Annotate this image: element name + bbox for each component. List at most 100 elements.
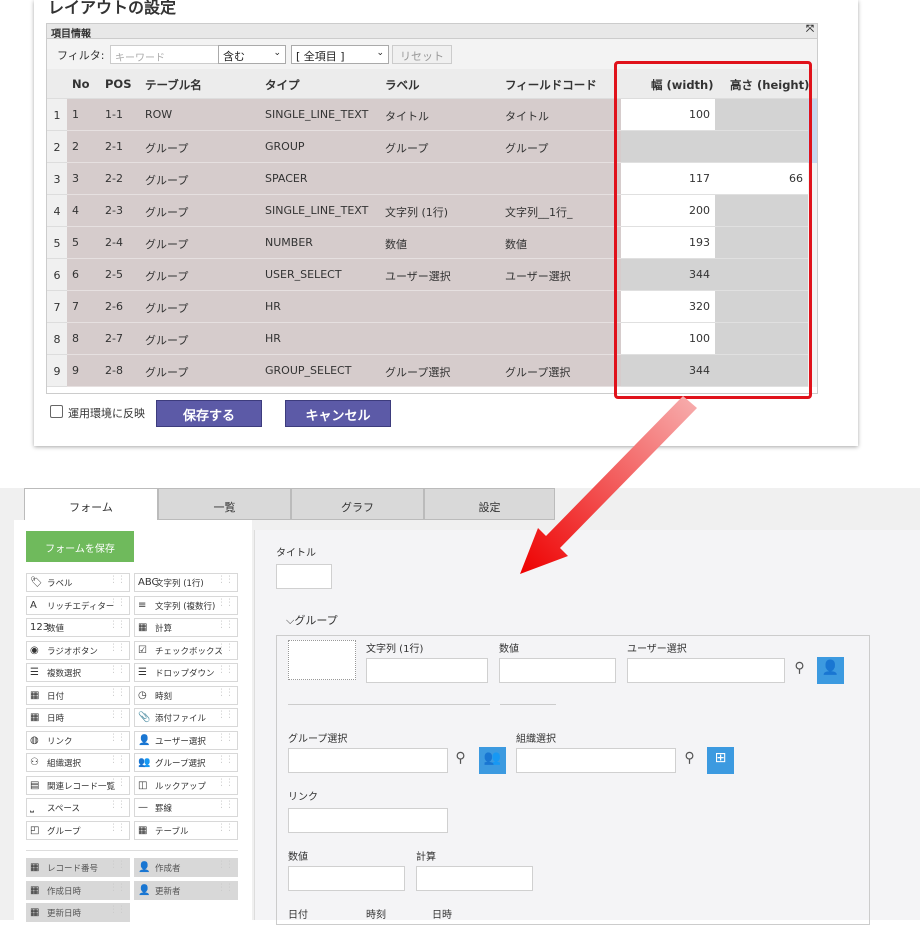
spacer[interactable] [288,640,356,680]
calc-field[interactable] [416,866,533,891]
drag-handle-icon[interactable]: ⋮⋮ [217,710,234,720]
palette-item[interactable]: 123 数値 ⋮⋮ [26,618,130,637]
search-icon[interactable]: ⚲ [785,657,814,684]
palette-item[interactable]: 👤 作成者 ⋮⋮ [134,858,238,877]
palette-item[interactable]: 👤 ユーザー選択 ⋮⋮ [134,730,238,750]
drag-handle-icon[interactable]: ⋮⋮ [109,778,126,788]
drag-handle-icon[interactable]: ⋮⋮ [217,823,234,833]
apply-checkbox[interactable] [50,405,63,418]
cancel-button[interactable]: キャンセル [285,400,391,427]
field-select[interactable]: [ 全項目 ] ⌄ [291,45,389,64]
palette-item[interactable]: 📎 添付ファイル ⋮⋮ [134,708,238,727]
palette-item[interactable]: ≡ 文字列 (複数行) ⋮⋮ [134,595,238,615]
palette-item[interactable]: ⚇ 組織選択 ⋮⋮ [26,753,130,772]
save-button[interactable]: 保存する [156,400,262,427]
drag-handle-icon[interactable]: ⋮⋮ [217,860,234,870]
drag-handle-icon[interactable]: ⋮⋮ [217,598,234,608]
drag-handle-icon[interactable]: ⋮⋮ [109,688,126,698]
user-icon[interactable]: 👤 [817,657,844,684]
palette-item[interactable]: ☰ ドロップダウン ⋮⋮ [134,663,238,682]
palette-item[interactable]: 👤 更新者 ⋮⋮ [134,880,238,900]
search-icon[interactable]: ⚲ [446,747,475,774]
col-table[interactable]: テーブル名 [145,77,202,93]
palette-item[interactable]: A リッチエディター ⋮⋮ [26,595,130,615]
drag-handle-icon[interactable]: ⋮⋮ [217,800,234,810]
palette-item[interactable]: — 罫線 ⋮⋮ [134,798,238,817]
expand-icon[interactable]: ⤧ [806,24,814,35]
palette-item[interactable]: ◍ リンク ⋮⋮ [26,730,130,750]
drag-handle-icon[interactable]: ⋮⋮ [109,755,126,765]
number2-field[interactable] [288,866,405,891]
palette-item[interactable]: ▦ テーブル ⋮⋮ [134,820,238,840]
drag-handle-icon[interactable]: ⋮⋮ [109,575,126,585]
drag-handle-icon[interactable]: ⋮⋮ [109,733,126,743]
table-row[interactable]: 8 2-7 グループ HR [67,323,621,355]
palette-item[interactable]: ◷ 時刻 ⋮⋮ [134,685,238,705]
drag-handle-icon[interactable]: ⋮⋮ [109,860,126,870]
palette-item[interactable]: ☑ チェックボックス ⋮⋮ [134,640,238,660]
drag-handle-icon[interactable]: ⋮⋮ [217,883,234,893]
tab-graph[interactable]: グラフ [291,488,424,520]
col-label[interactable]: ラベル [385,77,420,93]
table-row[interactable]: 3 2-2 グループ SPACER [67,163,621,195]
palette-item[interactable]: ⎵ スペース ⋮⋮ [26,798,130,817]
drag-handle-icon[interactable]: ⋮⋮ [109,905,126,915]
org-icon[interactable]: ⊞ [707,747,734,774]
palette-item[interactable]: 👥 グループ選択 ⋮⋮ [134,753,238,772]
palette-item[interactable]: 🏷 ラベル ⋮⋮ [26,573,130,592]
table-row[interactable]: 4 2-3 グループ SINGLE_LINE_TEXT 文字列 (1行) 文字列… [67,195,621,227]
table-row[interactable]: 2 2-1 グループ GROUP グループ グループ [67,131,621,163]
save-form-button[interactable]: フォームを保存 [26,531,134,562]
number-field[interactable] [499,658,616,683]
group-icon[interactable]: 👥 [479,747,506,774]
title-field[interactable] [276,564,332,589]
palette-item[interactable]: ▦ 作成日時 ⋮⋮ [26,880,130,900]
drag-handle-icon[interactable]: ⋮⋮ [109,598,126,608]
drag-handle-icon[interactable]: ⋮⋮ [217,778,234,788]
palette-item[interactable]: ▦ 計算 ⋮⋮ [134,618,238,637]
table-row[interactable]: 6 2-5 グループ USER_SELECT ユーザー選択 ユーザー選択 [67,259,621,291]
palette-item[interactable]: ☰ 複数選択 ⋮⋮ [26,663,130,682]
group-select-field[interactable] [288,748,448,773]
text1-field[interactable] [366,658,488,683]
table-row[interactable]: 1 1-1 ROW SINGLE_LINE_TEXT タイトル タイトル [67,99,621,131]
col-code[interactable]: フィールドコード [505,77,597,93]
drag-handle-icon[interactable]: ⋮⋮ [109,800,126,810]
palette-item[interactable]: ◫ ルックアップ ⋮⋮ [134,775,238,795]
table-row[interactable]: 9 2-8 グループ GROUP_SELECT グループ選択 グループ選択 [67,355,621,387]
col-no[interactable]: No [72,77,90,91]
palette-item[interactable]: ▤ 関連レコード一覧 ⋮⋮ [26,775,130,795]
palette-item[interactable]: ▦ 更新日時 ⋮⋮ [26,903,130,922]
tab-list[interactable]: 一覧 [158,488,291,520]
drag-handle-icon[interactable]: ⋮⋮ [109,710,126,720]
palette-item[interactable]: ◰ グループ ⋮⋮ [26,820,130,840]
palette-item[interactable]: ▦ 日付 ⋮⋮ [26,685,130,705]
palette-item[interactable]: ▦ レコード番号 ⋮⋮ [26,858,130,877]
palette-item[interactable]: ◉ ラジオボタン ⋮⋮ [26,640,130,660]
palette-item[interactable]: ▦ 日時 ⋮⋮ [26,708,130,727]
tab-settings[interactable]: 設定 [424,488,555,520]
drag-handle-icon[interactable]: ⋮⋮ [217,733,234,743]
drag-handle-icon[interactable]: ⋮⋮ [217,620,234,630]
drag-handle-icon[interactable]: ⋮⋮ [109,643,126,653]
user-field[interactable] [627,658,785,683]
drag-handle-icon[interactable]: ⋮⋮ [109,823,126,833]
drag-handle-icon[interactable]: ⋮⋮ [217,643,234,653]
table-row[interactable]: 7 2-6 グループ HR [67,291,621,323]
operator-select[interactable]: 含む ⌄ [218,45,286,64]
reset-button[interactable]: リセット [392,45,452,64]
link-field[interactable] [288,808,448,833]
table-row[interactable]: 5 2-4 グループ NUMBER 数値 数値 [67,227,621,259]
org-select-field[interactable] [516,748,676,773]
drag-handle-icon[interactable]: ⋮⋮ [217,575,234,585]
group-header[interactable]: ⌵グループ [286,612,338,628]
palette-item[interactable]: ABC 文字列 (1行) ⋮⋮ [134,573,238,592]
col-type[interactable]: タイプ [265,77,300,93]
search-icon[interactable]: ⚲ [675,747,704,774]
drag-handle-icon[interactable]: ⋮⋮ [217,755,234,765]
drag-handle-icon[interactable]: ⋮⋮ [109,665,126,675]
tab-form[interactable]: フォーム [24,488,158,520]
col-pos[interactable]: POS [105,77,132,91]
drag-handle-icon[interactable]: ⋮⋮ [109,620,126,630]
drag-handle-icon[interactable]: ⋮⋮ [217,688,234,698]
